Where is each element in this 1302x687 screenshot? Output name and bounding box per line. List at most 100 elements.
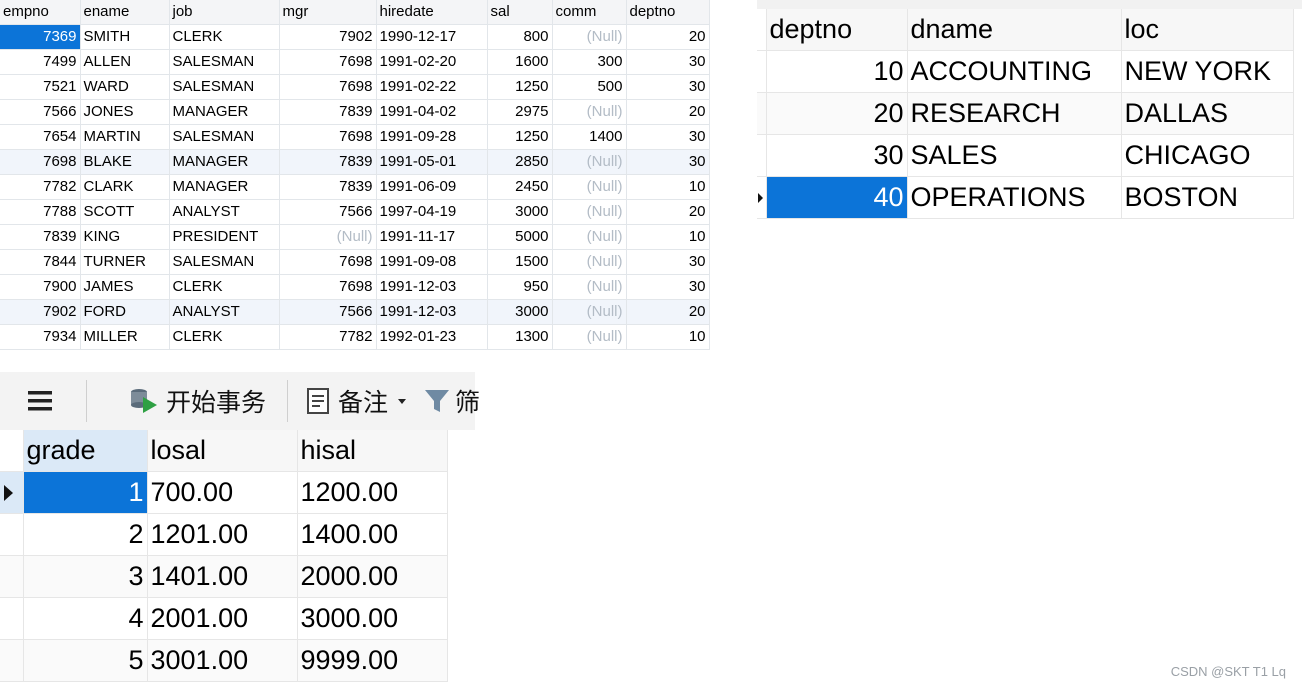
emp-cell[interactable]: 7900 xyxy=(0,274,81,300)
salgrade-cell[interactable]: 1200.00 xyxy=(297,471,448,514)
emp-cell[interactable]: 30 xyxy=(626,49,710,75)
emp-cell[interactable]: CLERK xyxy=(169,324,280,350)
emp-cell[interactable]: TURNER xyxy=(80,249,170,275)
dept-cell[interactable]: BOSTON xyxy=(1121,176,1294,219)
row-gutter[interactable] xyxy=(0,471,24,514)
table-row[interactable]: 3 1401.00 2000.00 xyxy=(0,555,448,598)
table-row[interactable]: 2 1201.00 1400.00 xyxy=(0,513,448,556)
emp-cell[interactable]: MANAGER xyxy=(169,99,280,125)
salgrade-cell[interactable]: 700.00 xyxy=(147,471,298,514)
emp-cell[interactable]: 30 xyxy=(626,249,710,275)
emp-cell[interactable]: (Null) xyxy=(552,299,627,325)
emp-cell[interactable]: 1250 xyxy=(487,74,553,100)
salgrade-cell[interactable]: 2 xyxy=(23,513,148,556)
emp-cell[interactable]: 1991-09-28 xyxy=(376,124,488,150)
emp-cell[interactable]: 950 xyxy=(487,274,553,300)
emp-cell[interactable]: (Null) xyxy=(552,24,627,50)
emp-cell[interactable]: 1250 xyxy=(487,124,553,150)
emp-cell[interactable]: 1600 xyxy=(487,49,553,75)
table-row[interactable]: 7566 JONES MANAGER 7839 1991-04-02 2975 … xyxy=(0,99,710,125)
emp-col-header[interactable]: ename xyxy=(80,0,170,25)
emp-cell[interactable]: (Null) xyxy=(279,224,377,250)
emp-cell[interactable]: SALESMAN xyxy=(169,124,280,150)
salgrade-cell[interactable]: 3000.00 xyxy=(297,597,448,640)
table-row[interactable]: 1 700.00 1200.00 xyxy=(0,471,448,514)
emp-cell[interactable]: 7698 xyxy=(279,274,377,300)
emp-cell[interactable]: ALLEN xyxy=(80,49,170,75)
emp-cell[interactable]: MANAGER xyxy=(169,149,280,175)
emp-cell[interactable]: 1991-12-03 xyxy=(376,274,488,300)
emp-cell[interactable]: 1991-05-01 xyxy=(376,149,488,175)
emp-cell[interactable]: 10 xyxy=(626,324,710,350)
emp-cell[interactable]: BLAKE xyxy=(80,149,170,175)
emp-cell[interactable]: 7839 xyxy=(279,149,377,175)
emp-cell[interactable]: SALESMAN xyxy=(169,49,280,75)
emp-cell[interactable]: JAMES xyxy=(80,274,170,300)
emp-cell[interactable]: 7782 xyxy=(279,324,377,350)
table-row[interactable]: 7499 ALLEN SALESMAN 7698 1991-02-20 1600… xyxy=(0,49,710,75)
salgrade-cell[interactable]: 1400.00 xyxy=(297,513,448,556)
table-row[interactable]: 7844 TURNER SALESMAN 7698 1991-09-08 150… xyxy=(0,249,710,275)
emp-cell[interactable]: 7698 xyxy=(279,124,377,150)
emp-cell[interactable]: FORD xyxy=(80,299,170,325)
emp-col-header[interactable]: comm xyxy=(552,0,627,25)
filter-button[interactable]: 筛 xyxy=(423,372,480,430)
emp-cell[interactable]: 300 xyxy=(552,49,627,75)
row-gutter[interactable] xyxy=(757,50,767,93)
table-row[interactable]: 7369 SMITH CLERK 7902 1990-12-17 800 (Nu… xyxy=(0,24,710,50)
emp-cell[interactable]: 20 xyxy=(626,299,710,325)
dept-cell[interactable]: ACCOUNTING xyxy=(907,50,1122,93)
emp-cell[interactable]: 1991-09-08 xyxy=(376,249,488,275)
emp-cell[interactable]: 3000 xyxy=(487,299,553,325)
emp-cell[interactable]: 7698 xyxy=(279,74,377,100)
emp-cell[interactable]: 7566 xyxy=(0,99,81,125)
dept-cell[interactable]: 40 xyxy=(766,176,908,219)
salgrade-cell[interactable]: 9999.00 xyxy=(297,639,448,682)
salgrade-col-header[interactable]: losal xyxy=(147,430,298,472)
emp-col-header[interactable]: hiredate xyxy=(376,0,488,25)
chevron-down-icon[interactable] xyxy=(396,396,408,406)
salgrade-cell[interactable]: 3001.00 xyxy=(147,639,298,682)
salgrade-cell[interactable]: 1 xyxy=(23,471,148,514)
emp-cell[interactable]: SMITH xyxy=(80,24,170,50)
emp-cell[interactable]: (Null) xyxy=(552,249,627,275)
emp-cell[interactable]: (Null) xyxy=(552,224,627,250)
dept-cell[interactable]: SALES xyxy=(907,134,1122,177)
emp-cell[interactable]: (Null) xyxy=(552,99,627,125)
emp-cell[interactable]: 7934 xyxy=(0,324,81,350)
emp-cell[interactable]: 7844 xyxy=(0,249,81,275)
note-button[interactable]: 备注 xyxy=(306,372,408,430)
dept-cell[interactable]: DALLAS xyxy=(1121,92,1294,135)
dept-col-header[interactable]: loc xyxy=(1121,9,1294,51)
emp-cell[interactable]: CLARK xyxy=(80,174,170,200)
emp-cell[interactable]: 2975 xyxy=(487,99,553,125)
emp-cell[interactable]: ANALYST xyxy=(169,199,280,225)
emp-cell[interactable]: 1991-11-17 xyxy=(376,224,488,250)
emp-cell[interactable]: SALESMAN xyxy=(169,74,280,100)
emp-cell[interactable]: SALESMAN xyxy=(169,249,280,275)
row-gutter[interactable] xyxy=(0,597,24,640)
emp-cell[interactable]: 5000 xyxy=(487,224,553,250)
emp-col-header[interactable]: mgr xyxy=(279,0,377,25)
emp-cell[interactable]: (Null) xyxy=(552,199,627,225)
emp-cell[interactable]: SCOTT xyxy=(80,199,170,225)
row-gutter[interactable] xyxy=(0,513,24,556)
emp-cell[interactable]: 7566 xyxy=(279,299,377,325)
salgrade-col-header[interactable]: hisal xyxy=(297,430,448,472)
emp-cell[interactable]: 7782 xyxy=(0,174,81,200)
salgrade-cell[interactable]: 5 xyxy=(23,639,148,682)
begin-transaction-button[interactable]: 开始事务 xyxy=(128,372,266,430)
emp-cell[interactable]: 7788 xyxy=(0,199,81,225)
row-gutter[interactable] xyxy=(0,639,24,682)
emp-cell[interactable]: 1991-06-09 xyxy=(376,174,488,200)
emp-cell[interactable]: KING xyxy=(80,224,170,250)
emp-cell[interactable]: 7902 xyxy=(0,299,81,325)
emp-cell[interactable]: 500 xyxy=(552,74,627,100)
emp-cell[interactable]: 7698 xyxy=(279,49,377,75)
dept-cell[interactable]: RESEARCH xyxy=(907,92,1122,135)
row-gutter[interactable] xyxy=(757,134,767,177)
emp-cell[interactable]: 1991-04-02 xyxy=(376,99,488,125)
emp-cell[interactable]: 30 xyxy=(626,74,710,100)
emp-cell[interactable]: CLERK xyxy=(169,274,280,300)
emp-cell[interactable]: 7902 xyxy=(279,24,377,50)
